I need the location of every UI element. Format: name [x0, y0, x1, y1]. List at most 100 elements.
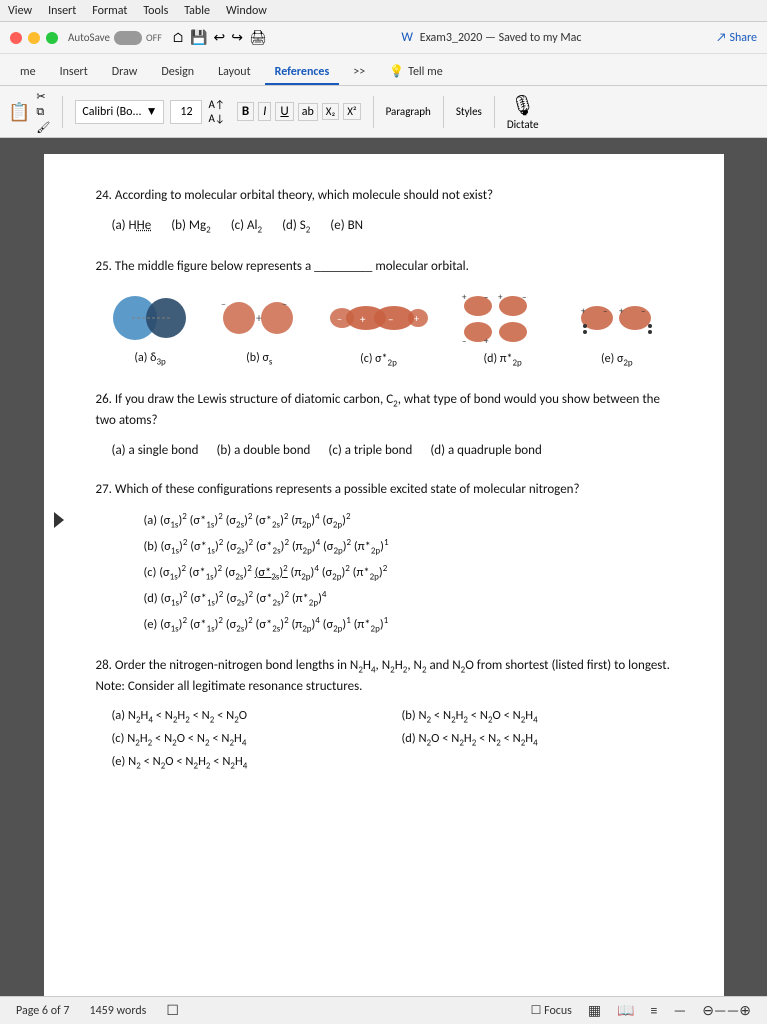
menu-view[interactable]: View [8, 4, 32, 18]
svg-text:–: – [641, 306, 645, 317]
document-area: 24. According to molecular orbital theor… [0, 138, 767, 996]
tab-draw[interactable]: Draw [102, 61, 148, 85]
tab-tell-me[interactable]: 💡 Tell me [379, 60, 452, 85]
svg-text:+: + [498, 292, 503, 303]
dictate-group: 🎙 Dictate [507, 93, 539, 131]
orbital-a-label: (a) δ3p [134, 349, 165, 369]
menu-tools[interactable]: Tools [143, 4, 168, 18]
track-changes-icon[interactable]: ☐ [166, 1002, 179, 1019]
q24-text: 24. According to molecular orbital theor… [96, 186, 672, 206]
subscript-button[interactable]: X₂ [322, 103, 339, 120]
q27-opt-d: (d) (σ1s)2 (σ*1s)2 (σ2s)2 (σ*2s)2 (π*2p)… [120, 588, 672, 610]
format-painter-button[interactable]: 🖌 [36, 121, 50, 134]
tab-home[interactable]: me [10, 61, 46, 85]
q27-opt-b: (b) (σ1s)2 (σ*1s)2 (σ2s)2 (σ*2s)2 (π2p)4… [120, 536, 672, 558]
q26-opt-c: (c) a triple bond [328, 441, 412, 461]
q25-text: 25. The middle figure below represents a… [96, 257, 672, 277]
draft-icon[interactable]: — [674, 1002, 687, 1019]
svg-text:+: + [619, 306, 624, 317]
italic-button[interactable]: I [258, 102, 271, 121]
tab-references[interactable]: References [265, 61, 340, 85]
svg-text:–: – [462, 336, 466, 344]
strikethrough-button[interactable]: ab [298, 103, 318, 121]
print-icon[interactable]: 🖨 [249, 29, 267, 46]
page-info: Page 6 of 7 [16, 1004, 70, 1018]
tab-design[interactable]: Design [151, 61, 204, 85]
dictate-label: Dictate [507, 118, 539, 131]
q26-opt-d: (d) a quadruple bond [430, 441, 541, 461]
font-size-arrows[interactable]: A↑A↓ [208, 98, 224, 125]
underline-button[interactable]: U [275, 102, 293, 121]
divider-1 [62, 96, 63, 128]
orbital-d: + – + – – + (d) π*2p [458, 292, 548, 370]
save-icon[interactable]: 💾 [190, 29, 207, 46]
divider-4 [494, 96, 495, 128]
question-27: 27. Which of these configurations repres… [96, 480, 672, 636]
home-icon[interactable]: ⌂ [172, 29, 184, 46]
q27-text: 27. Which of these configurations repres… [96, 480, 672, 500]
close-button[interactable] [10, 32, 22, 44]
q24-option-b: (b) Mg2 [171, 216, 210, 237]
question-26: 26. If you draw the Lewis structure of d… [96, 390, 672, 460]
zoom-slider[interactable]: ⊖——⊕ [702, 1002, 751, 1019]
paste-button[interactable]: 📋 [8, 101, 30, 123]
maximize-button[interactable] [46, 32, 58, 44]
view-layout-icon[interactable]: ▦ [588, 1002, 601, 1019]
orbital-d-label: (d) π*2p [484, 350, 522, 370]
autosave-control: AutoSave OFF [68, 31, 162, 45]
menu-window[interactable]: Window [226, 4, 267, 18]
cut-button[interactable]: ✂ [36, 90, 50, 103]
menu-bar: View Insert Format Tools Table Window [0, 0, 767, 22]
q26-options: (a) a single bond (b) a double bond (c) … [96, 441, 672, 461]
outline-icon[interactable]: ≡ [651, 1002, 658, 1019]
tab-insert[interactable]: Insert [50, 61, 98, 85]
tab-more[interactable]: >> [343, 61, 375, 85]
q28-col-right: (b) N2 < N2H2 < N2O < N2H4 (d) N2O < N2H… [402, 707, 672, 776]
cut-copy-format-group: ✂ ⧉ 🖌 [36, 90, 50, 134]
orbital-c-label: (c) σ*2p [360, 350, 397, 370]
q28-col-left: (a) N2H4 < N2H2 < N2 < N2O (c) N2H2 < N2… [112, 707, 382, 776]
font-size-selector[interactable]: 12 [170, 100, 202, 124]
orbital-a: (a) δ3p [110, 293, 190, 369]
focus-label[interactable]: ☐ Focus [531, 1003, 572, 1018]
orbital-d-svg: + – + – – + [458, 292, 548, 344]
orbital-c-svg: – + – + [328, 292, 428, 344]
share-button[interactable]: ↗ Share [716, 31, 757, 45]
document-page: 24. According to molecular orbital theor… [44, 154, 724, 996]
q24-options: (a) HHe (b) Mg2 (c) Al2 (d) S2 (e) BN [96, 216, 672, 237]
autosave-toggle[interactable] [114, 31, 142, 45]
svg-text:+: + [581, 306, 586, 317]
q27-opt-c: (c) (σ1s)2 (σ*1s)2 (σ2s)2 (σ*2s)2 (π2p)4… [120, 562, 672, 584]
view-read-icon[interactable]: 📖 [617, 1002, 634, 1019]
q24-option-a: (a) HHe [112, 216, 152, 237]
autosave-state: OFF [146, 31, 162, 44]
svg-text:+: + [360, 313, 366, 326]
title-bar: AutoSave OFF ⌂ 💾 ↩ ↪ 🖨 W Exam3_2020 — Sa… [0, 22, 767, 54]
redo-icon[interactable]: ↪ [231, 29, 243, 46]
svg-text:–: – [337, 312, 342, 325]
q26-text: 26. If you draw the Lewis structure of d… [96, 390, 672, 431]
q27-opt-e: (e) (σ1s)2 (σ*1s)2 (σ2s)2 (σ*2s)2 (π2p)4… [120, 614, 672, 636]
tab-layout[interactable]: Layout [208, 61, 261, 85]
orbital-c: – + – + (c) σ*2p [328, 292, 428, 370]
orbital-e-label: (e) σ2p [601, 350, 633, 370]
document-title: W Exam3_2020 — Saved to my Mac [277, 30, 706, 45]
bold-button[interactable]: B [237, 102, 254, 121]
menu-format[interactable]: Format [92, 4, 127, 18]
q24-option-c: (c) Al2 [231, 216, 262, 237]
orbital-diagrams: (a) δ3p + – – (b) σs [96, 292, 672, 370]
undo-icon[interactable]: ↩ [214, 29, 226, 46]
minimize-button[interactable] [28, 32, 40, 44]
clipboard-group: 📋 ✂ ⧉ 🖌 [8, 90, 50, 134]
text-format-group: B I U ab X₂ X² [237, 102, 361, 121]
word-count: 1459 words [90, 1004, 147, 1018]
copy-button[interactable]: ⧉ [36, 105, 50, 119]
menu-insert[interactable]: Insert [48, 4, 76, 18]
menu-table[interactable]: Table [184, 4, 210, 18]
svg-text:–: – [603, 306, 607, 317]
svg-text:–: – [282, 297, 287, 310]
superscript-button[interactable]: X² [343, 103, 360, 120]
q28-opt-c: (c) N2H2 < N2O < N2 < N2H4 [112, 730, 382, 750]
font-selector[interactable]: Calibri (Bo... ▼ [75, 100, 164, 124]
chevron-down-icon: ▼ [146, 104, 158, 119]
